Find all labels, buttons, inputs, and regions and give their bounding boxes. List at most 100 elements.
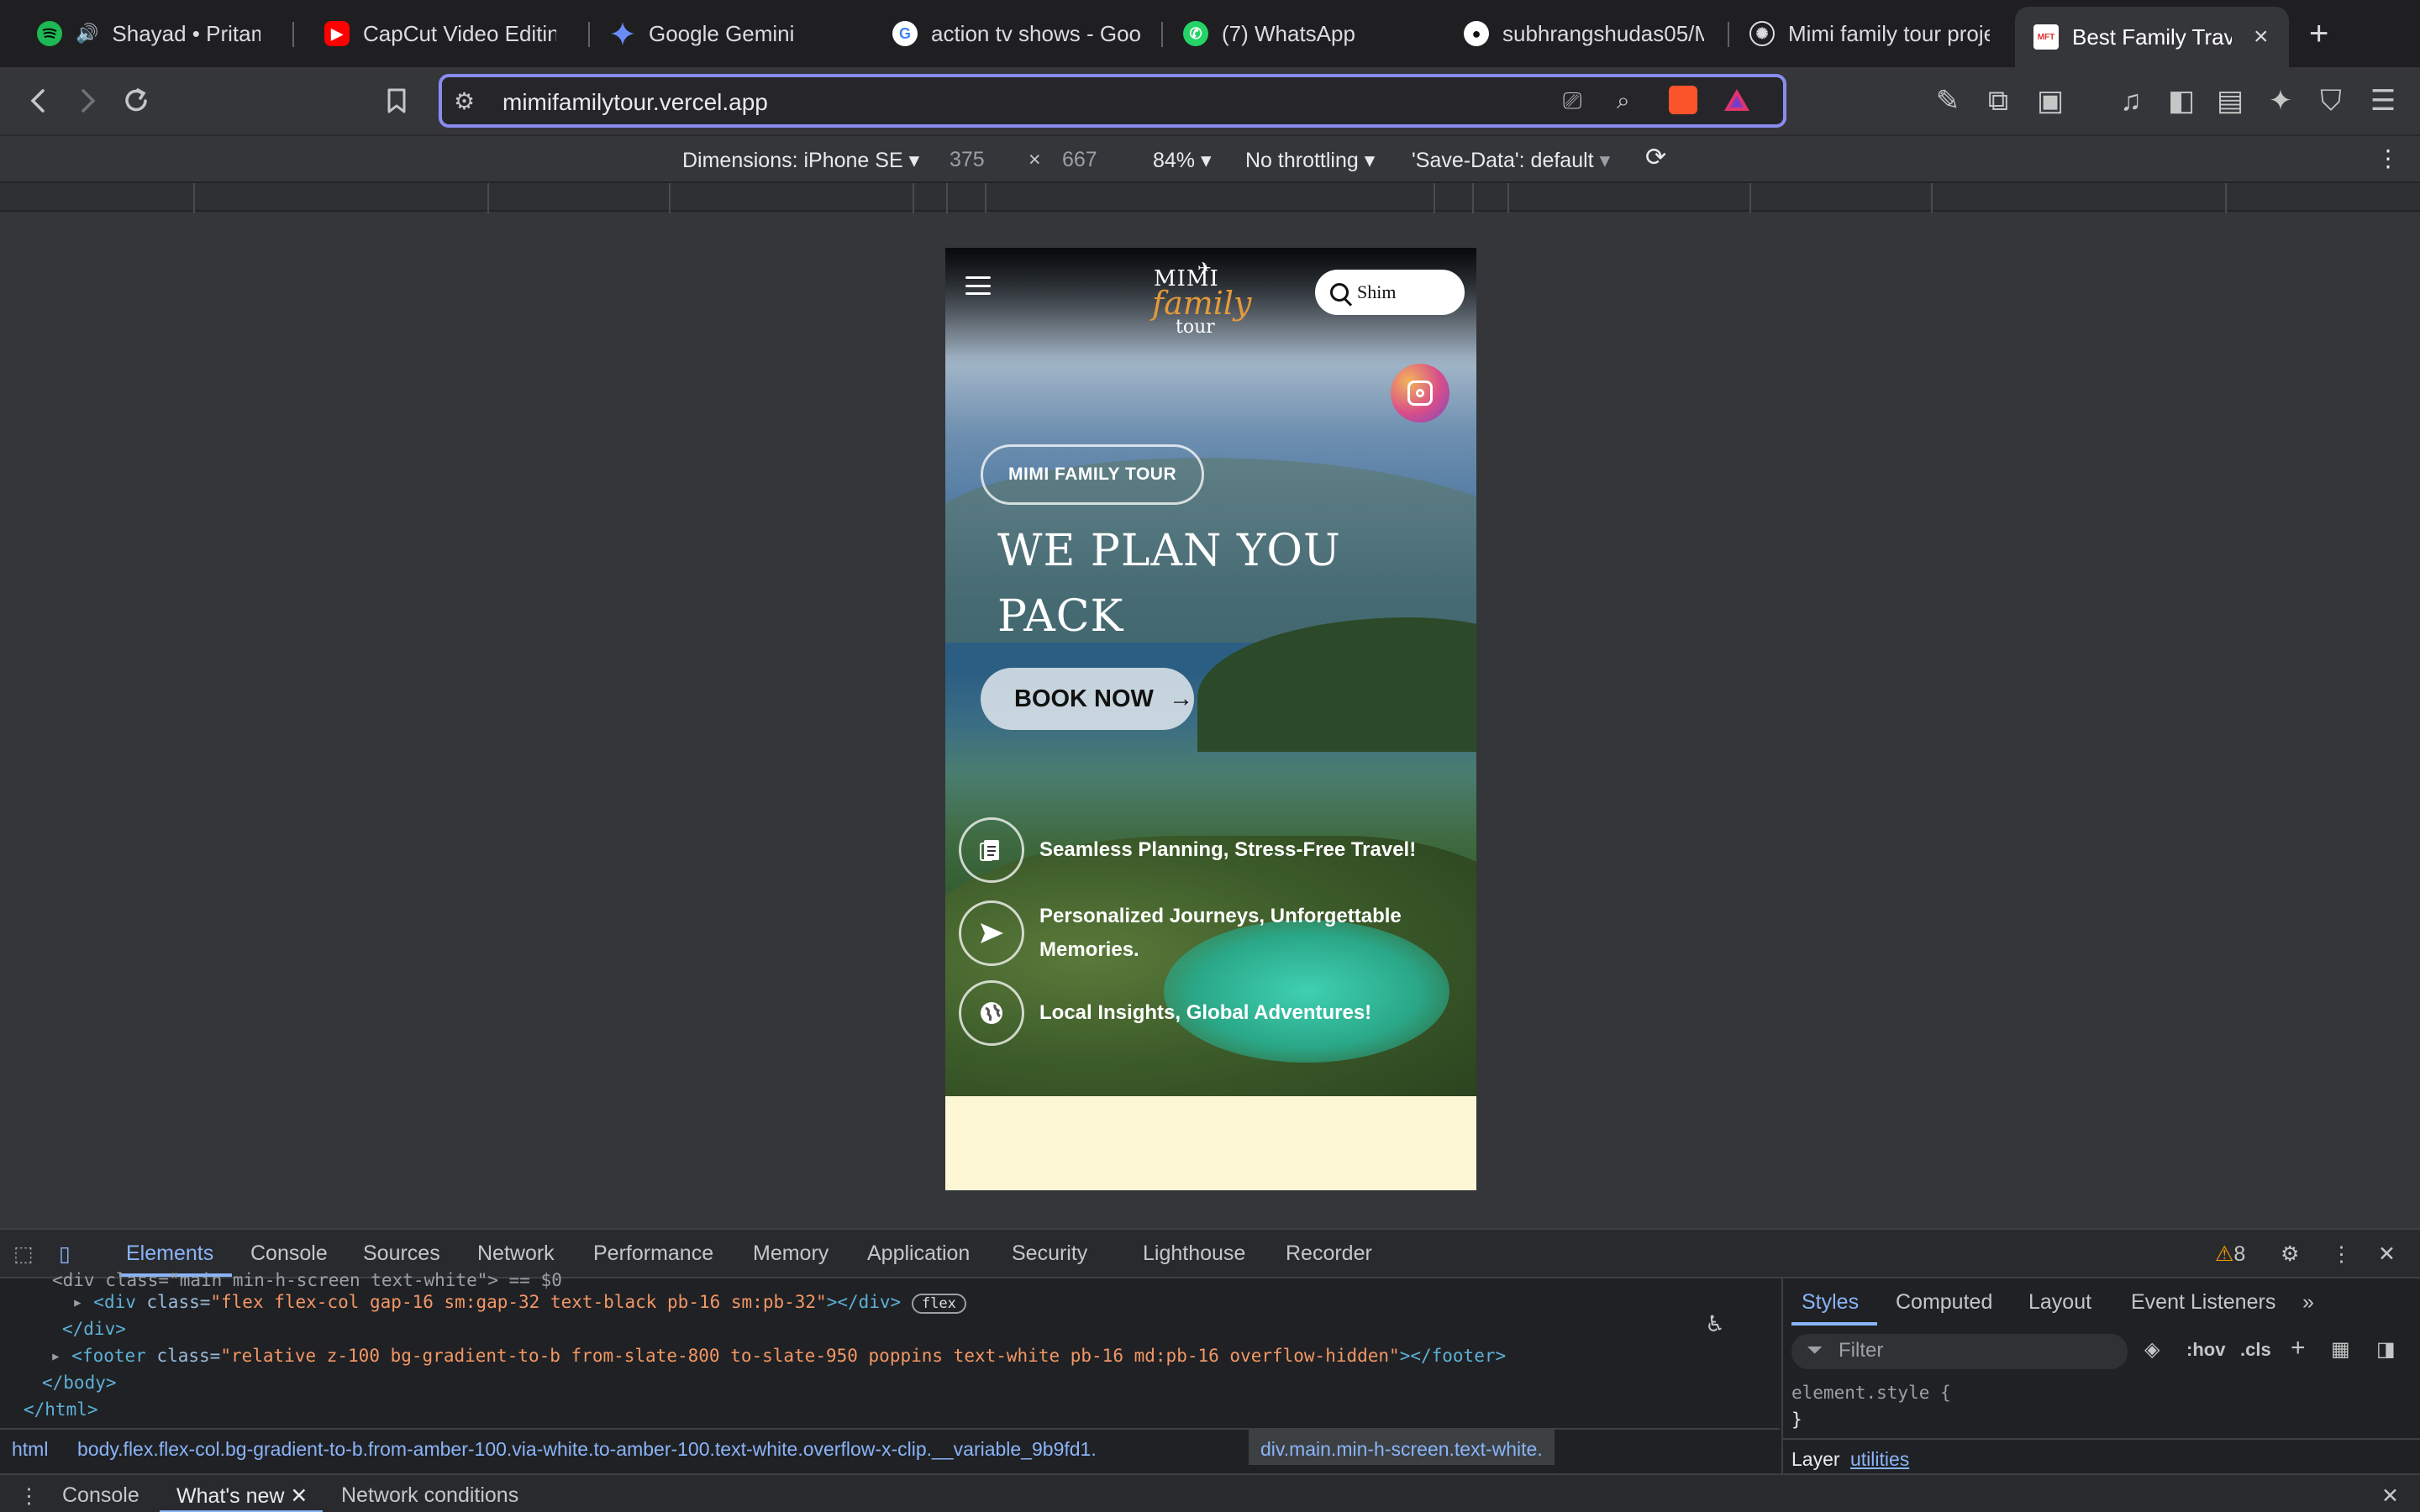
site-settings-icon[interactable]: ⚙ xyxy=(454,87,475,115)
tab-security[interactable]: Security xyxy=(1012,1242,1087,1266)
close-drawer-tab-icon[interactable]: ✕ xyxy=(290,1484,308,1508)
instagram-icon[interactable] xyxy=(1391,364,1449,423)
tab-google-search[interactable]: G action tv shows - Goo xyxy=(874,10,1160,57)
bookmark-icon[interactable] xyxy=(378,82,415,119)
tab-github[interactable]: ● subhrangshudas05/M xyxy=(1445,10,1723,57)
flex-badge[interactable]: flex xyxy=(911,1294,966,1314)
warning-icon[interactable]: ⚠8 xyxy=(2215,1242,2245,1267)
device-height-input[interactable]: 667 xyxy=(1062,148,1097,172)
close-devtools-icon[interactable]: ✕ xyxy=(2378,1242,2396,1267)
tab-application[interactable]: Application xyxy=(867,1242,970,1266)
tab-styles[interactable]: Styles xyxy=(1802,1290,1859,1315)
dom-line[interactable]: </div> xyxy=(62,1319,126,1339)
screenshot-icon[interactable]: ▣ xyxy=(2032,82,2069,119)
back-button[interactable] xyxy=(20,82,57,119)
new-tab-button[interactable]: + xyxy=(2309,15,2328,53)
tab-elements[interactable]: Elements xyxy=(126,1242,213,1266)
extensions-icon[interactable]: ⧉ xyxy=(1980,82,2017,119)
leo-ai-icon[interactable]: ✦ xyxy=(2262,82,2299,119)
forward-button[interactable] xyxy=(69,82,106,119)
drawer-tab-console[interactable]: Console xyxy=(62,1483,139,1508)
more-tabs-icon[interactable]: » xyxy=(2302,1290,2314,1315)
dom-line[interactable]: </html> xyxy=(24,1399,98,1420)
tab-whatsapp[interactable]: ✆ (7) WhatsApp xyxy=(1165,10,1442,57)
url-text: mimifamilytour.vercel.app xyxy=(502,89,768,115)
vpn-shield-icon[interactable]: ⛉ xyxy=(2312,82,2349,119)
tab-chatgpt[interactable]: ✺ Mimi family tour proje xyxy=(1731,10,2008,57)
cls-toggle[interactable]: .cls xyxy=(2240,1339,2271,1361)
install-app-icon[interactable]: ⎚ xyxy=(1563,87,1581,115)
breadcrumb-item[interactable]: html xyxy=(12,1438,48,1461)
layers-icon[interactable]: ◈ xyxy=(2144,1337,2160,1362)
tab-capcut[interactable]: ▶ CapCut Video Editing xyxy=(306,10,575,57)
tab-console[interactable]: Console xyxy=(250,1242,328,1266)
toggle-sidebar-icon[interactable]: ◨ xyxy=(2376,1337,2396,1362)
sidebar-icon[interactable]: ◧ xyxy=(2163,82,2200,119)
dom-line-selected[interactable]: <div class="main min-h-screen text-white… xyxy=(52,1270,562,1290)
tab-event-listeners[interactable]: Event Listeners xyxy=(2131,1290,2275,1315)
tab-layout[interactable]: Layout xyxy=(2028,1290,2091,1315)
site-logo[interactable]: ✈ MIMI family tour xyxy=(1105,258,1290,342)
device-dimensions-select[interactable]: Dimensions: iPhone SE ▾ xyxy=(682,148,919,173)
drawer-tab-network-conditions[interactable]: Network conditions xyxy=(341,1483,518,1508)
menu-icon[interactable]: ☰ xyxy=(2365,82,2402,119)
new-style-rule-icon[interactable]: + xyxy=(2291,1334,2306,1362)
accessibility-icon[interactable]: ♿ xyxy=(1707,1309,1723,1338)
tab-network[interactable]: Network xyxy=(477,1242,555,1266)
tab-performance[interactable]: Performance xyxy=(593,1242,713,1266)
ruler-tick xyxy=(2225,183,2227,213)
styles-filter-input[interactable]: ⏷ Filter xyxy=(1791,1334,2128,1369)
close-tab-icon[interactable]: × xyxy=(2254,23,2269,51)
more-tools-icon[interactable]: ⋮ xyxy=(2331,1242,2352,1267)
tab-lighthouse[interactable]: Lighthouse xyxy=(1143,1242,1245,1266)
throttling-select[interactable]: No throttling ▾ xyxy=(1245,148,1375,173)
tab-gemini[interactable]: Google Gemini xyxy=(592,10,869,57)
drawer-tab-whats-new[interactable]: What's new ✕ xyxy=(176,1483,308,1509)
rotate-icon[interactable]: ⟳ xyxy=(1645,143,1666,172)
wallet-icon[interactable]: ▤ xyxy=(2212,82,2249,119)
expand-triangle-icon[interactable]: ▸ xyxy=(50,1346,71,1366)
book-now-button[interactable]: BOOK NOW → xyxy=(981,668,1194,730)
paint-icon[interactable]: ▦ xyxy=(2331,1337,2350,1362)
dom-attr-value: "flex flex-col gap-16 sm:gap-32 text-bla… xyxy=(210,1292,827,1312)
media-control-icon[interactable]: ♫ xyxy=(2112,82,2149,119)
google-icon: G xyxy=(892,21,918,46)
tab-mimi-family-tour[interactable]: MFT Best Family Trave × xyxy=(2015,7,2289,67)
tab-memory[interactable]: Memory xyxy=(753,1242,829,1266)
tab-sources[interactable]: Sources xyxy=(363,1242,440,1266)
ruler-tick xyxy=(1931,183,1933,213)
expand-triangle-icon[interactable]: ▸ xyxy=(72,1292,93,1312)
eyedropper-icon[interactable]: ✎ xyxy=(1929,82,1966,119)
address-bar[interactable]: ⚙ mimifamilytour.vercel.app ⎚ ⌕ xyxy=(439,74,1786,128)
breadcrumb-item[interactable]: body.flex.flex-col.bg-gradient-to-b.from… xyxy=(77,1438,1097,1461)
site-search-input[interactable]: Shim xyxy=(1315,270,1465,315)
brave-shields-icon[interactable] xyxy=(1669,86,1697,114)
device-toggle-icon[interactable]: ▯ xyxy=(59,1242,71,1267)
feature-item: Seamless Planning, Stress-Free Travel! xyxy=(959,817,1434,883)
inspect-element-icon[interactable]: ⬚ xyxy=(13,1242,34,1267)
breadcrumb-item-selected[interactable]: div.main.min-h-screen.text-white. xyxy=(1249,1430,1555,1465)
dom-line[interactable]: </body> xyxy=(42,1373,117,1393)
reload-button[interactable] xyxy=(118,82,155,119)
save-data-select[interactable]: 'Save-Data': default ▾ xyxy=(1412,148,1610,173)
layer-link[interactable]: utilities xyxy=(1850,1448,1909,1471)
dom-line[interactable]: ▸ <div class="flex flex-col gap-16 sm:ga… xyxy=(72,1292,966,1314)
ruler-tick xyxy=(669,183,671,213)
zoom-icon[interactable]: ⌕ xyxy=(1617,87,1630,115)
settings-gear-icon[interactable]: ⚙ xyxy=(2281,1242,2299,1267)
device-width-input[interactable]: 375 xyxy=(950,148,985,172)
dom-line[interactable]: ▸ <footer class="relative z-100 bg-gradi… xyxy=(50,1346,1506,1366)
element-style-rule[interactable]: element.style { xyxy=(1791,1383,1951,1403)
drawer-menu-icon[interactable]: ⋮ xyxy=(18,1483,39,1509)
filter-icon: ⏷ xyxy=(1807,1339,1823,1362)
zoom-select[interactable]: 84% ▾ xyxy=(1153,148,1212,173)
tab-spotify[interactable]: 🔊 Shayad • Pritam, A xyxy=(18,10,279,57)
more-options-icon[interactable]: ⋮ xyxy=(2376,144,2400,172)
tab-recorder[interactable]: Recorder xyxy=(1286,1242,1372,1266)
hamburger-menu-icon[interactable] xyxy=(965,276,991,295)
hov-toggle[interactable]: :hov xyxy=(2186,1339,2225,1361)
tab-computed[interactable]: Computed xyxy=(1896,1290,1992,1315)
close-drawer-icon[interactable]: ✕ xyxy=(2381,1483,2399,1509)
mft-favicon-icon: MFT xyxy=(2033,24,2059,50)
brave-rewards-icon[interactable] xyxy=(1723,87,1751,118)
